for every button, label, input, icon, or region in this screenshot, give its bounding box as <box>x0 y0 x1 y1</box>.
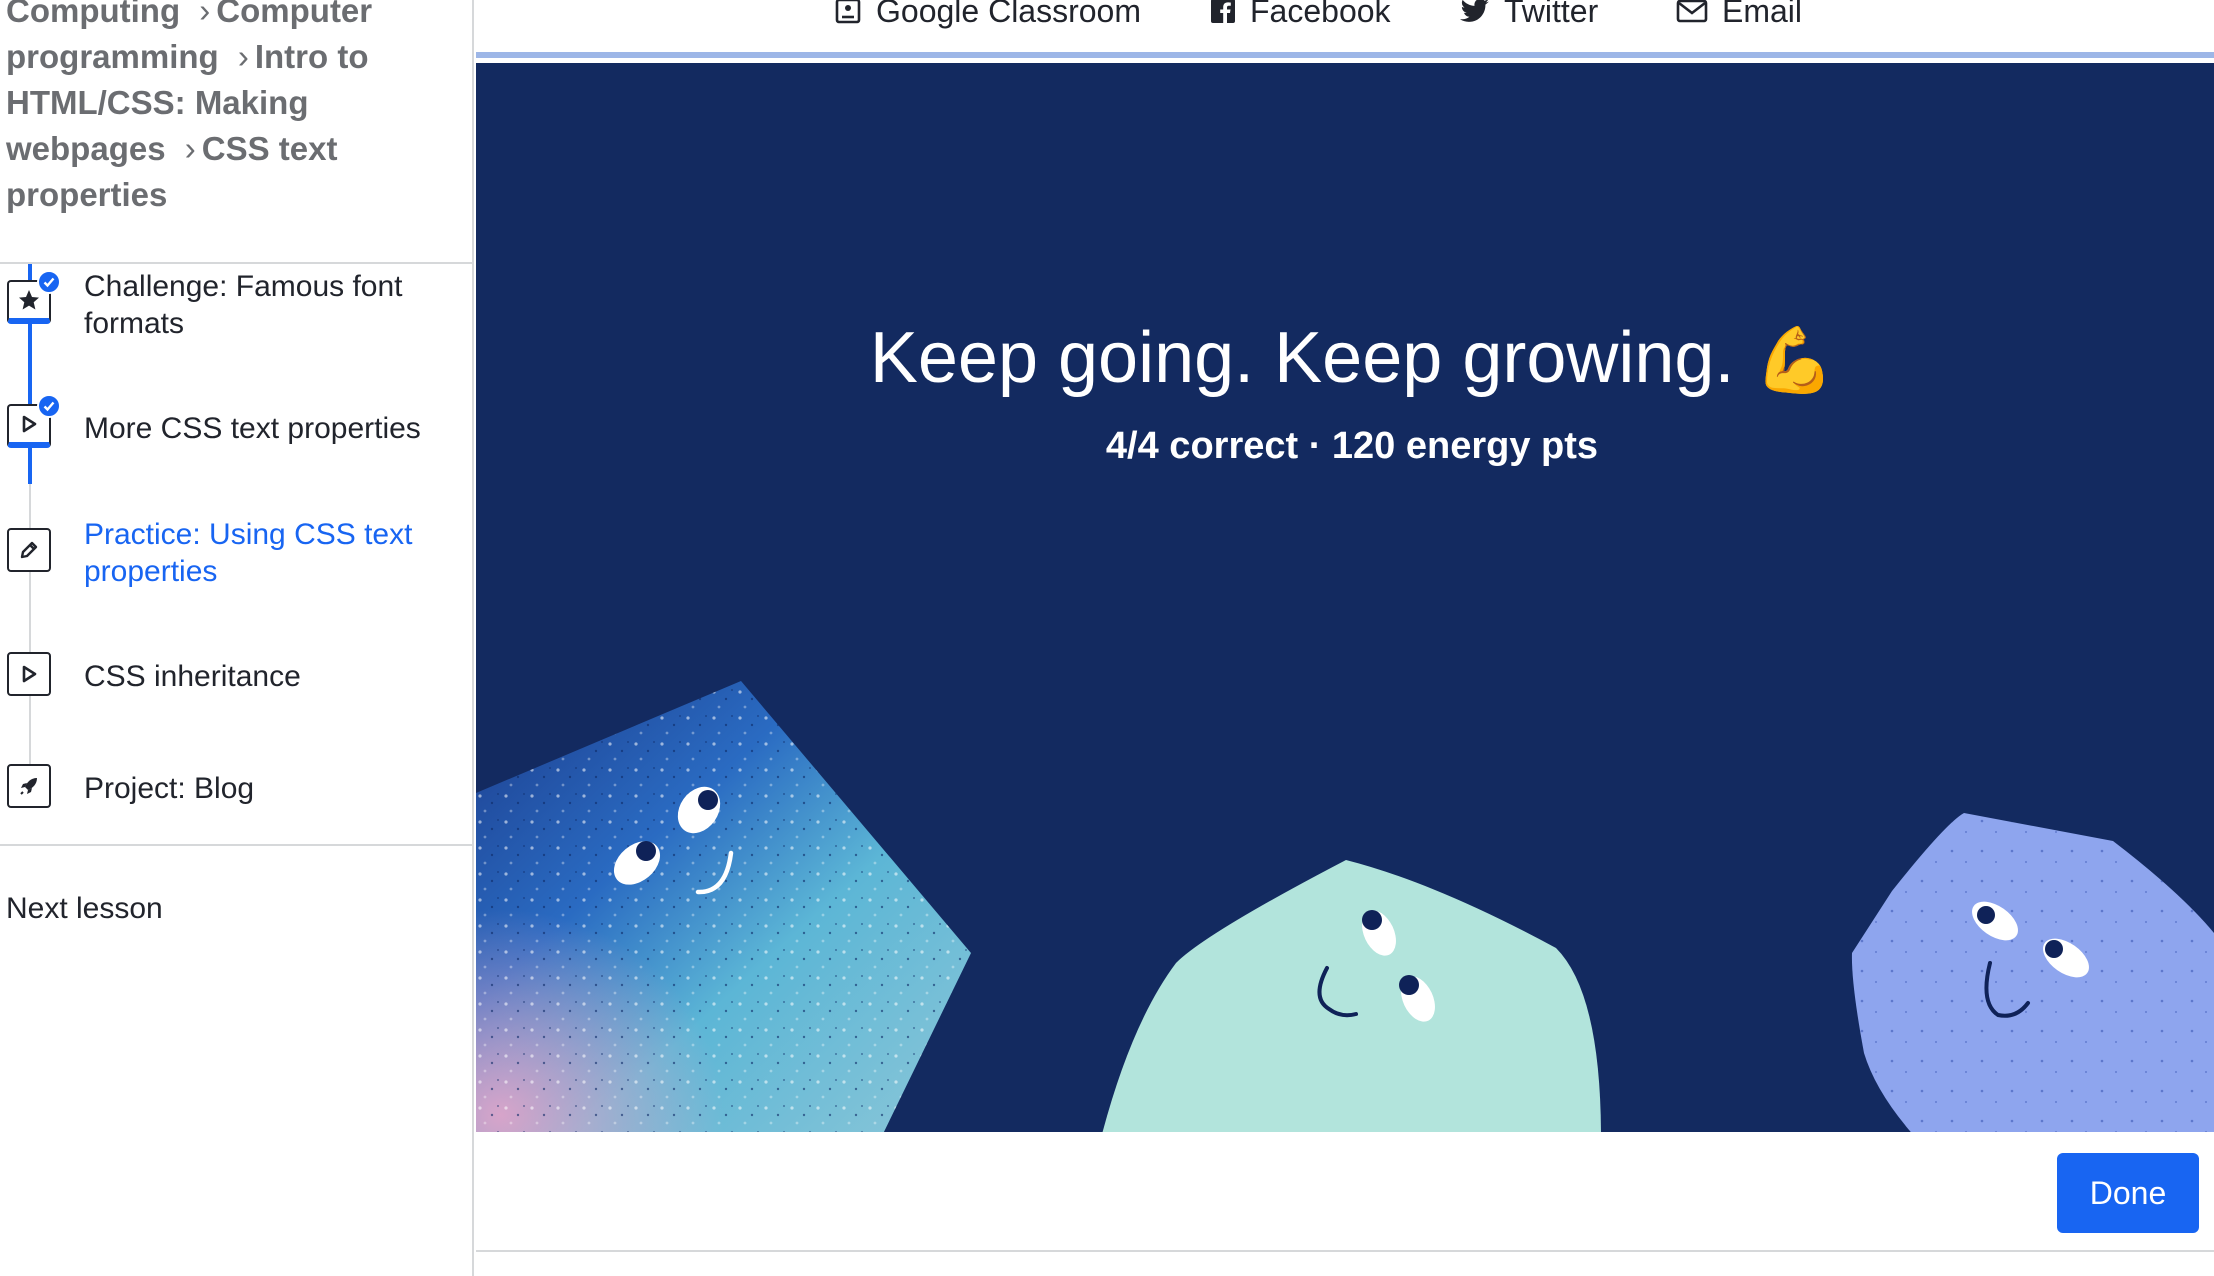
completed-check-icon <box>37 270 61 294</box>
share-bar-divider <box>476 52 2214 58</box>
share-google-classroom-label: Google Classroom <box>876 0 1141 29</box>
share-google-classroom-link[interactable]: Google Classroom <box>834 0 1141 36</box>
lesson-label: CSS inheritance <box>84 660 301 693</box>
breadcrumb-separator: › <box>199 0 211 29</box>
lesson-label: Project: Blog <box>84 772 255 805</box>
share-twitter-label: Twitter <box>1504 0 1599 29</box>
result-panel: Keep going. Keep growing. 💪 4/4 correct … <box>476 63 2214 1132</box>
sidebar-divider <box>0 262 474 264</box>
galaxy-creature <box>476 681 971 1132</box>
blue-creature <box>1851 813 2214 1132</box>
breadcrumb-link-computing[interactable]: Computing <box>6 0 180 29</box>
bottom-bar <box>476 1132 2214 1276</box>
share-twitter-link[interactable]: Twitter <box>1460 0 1598 36</box>
next-lesson-link[interactable]: Next lesson <box>6 892 163 926</box>
sidebar-divider <box>0 844 474 846</box>
share-facebook-label: Facebook <box>1250 0 1391 29</box>
google-classroom-icon <box>835 0 861 24</box>
twitter-icon <box>1460 0 1489 22</box>
bottom-divider <box>476 1250 2214 1252</box>
green-creature <box>1102 860 1601 1132</box>
lesson-label: More CSS text properties <box>84 412 421 445</box>
lesson-item-project-blog[interactable]: Project: Blog <box>0 760 474 820</box>
play-icon <box>7 652 51 696</box>
lesson-label-active: Practice: Using CSS text properties <box>84 518 413 588</box>
pencil-icon <box>7 528 51 572</box>
email-icon <box>1676 0 1708 23</box>
star-icon <box>7 270 61 324</box>
play-icon <box>7 394 61 448</box>
lesson-label: Challenge: Famous font formats <box>84 270 403 340</box>
lesson-item-more-css-text-properties[interactable]: More CSS text properties <box>0 394 474 460</box>
lesson-item-css-inheritance[interactable]: CSS inheritance <box>0 648 474 708</box>
lesson-item-practice-css-text-properties[interactable]: Practice: Using CSS text properties <box>0 516 474 606</box>
lesson-item-famous-font-formats[interactable]: Challenge: Famous font formats <box>0 268 474 358</box>
done-button[interactable]: Done <box>2057 1153 2199 1233</box>
creatures-illustration <box>476 681 2214 1132</box>
breadcrumb-separator: › <box>237 38 249 75</box>
facebook-icon <box>1211 0 1235 24</box>
completed-check-icon <box>37 394 61 418</box>
share-email-link[interactable]: Email <box>1676 0 1802 36</box>
rocket-icon <box>7 764 51 808</box>
share-facebook-link[interactable]: Facebook <box>1210 0 1391 36</box>
breadcrumb-separator: › <box>184 130 196 167</box>
share-bar: Google Classroom Facebook Twitter Email <box>476 0 2214 58</box>
lesson-sidebar: Computing › Computer programming › Intro t… <box>0 0 474 1276</box>
breadcrumb: Computing › Computer programming › Intro t… <box>6 0 446 218</box>
share-email-label: Email <box>1722 0 1803 29</box>
